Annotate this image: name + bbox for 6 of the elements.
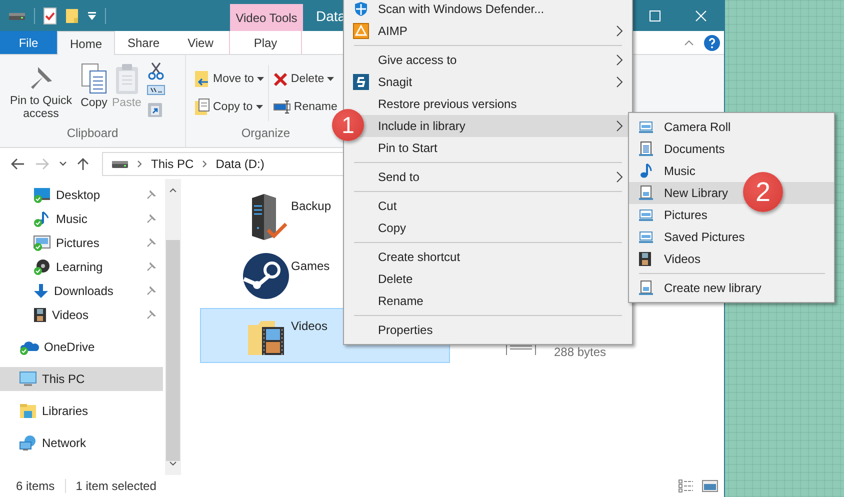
group-label: Clipboard — [66, 126, 120, 142]
selection-count: 1 item selected — [76, 479, 156, 493]
file-size: 288 bytes — [554, 344, 606, 361]
contextual-tab-header: Video Tools — [230, 4, 303, 31]
group-label: Organize — [240, 126, 292, 142]
item-count: 6 items — [16, 479, 55, 493]
